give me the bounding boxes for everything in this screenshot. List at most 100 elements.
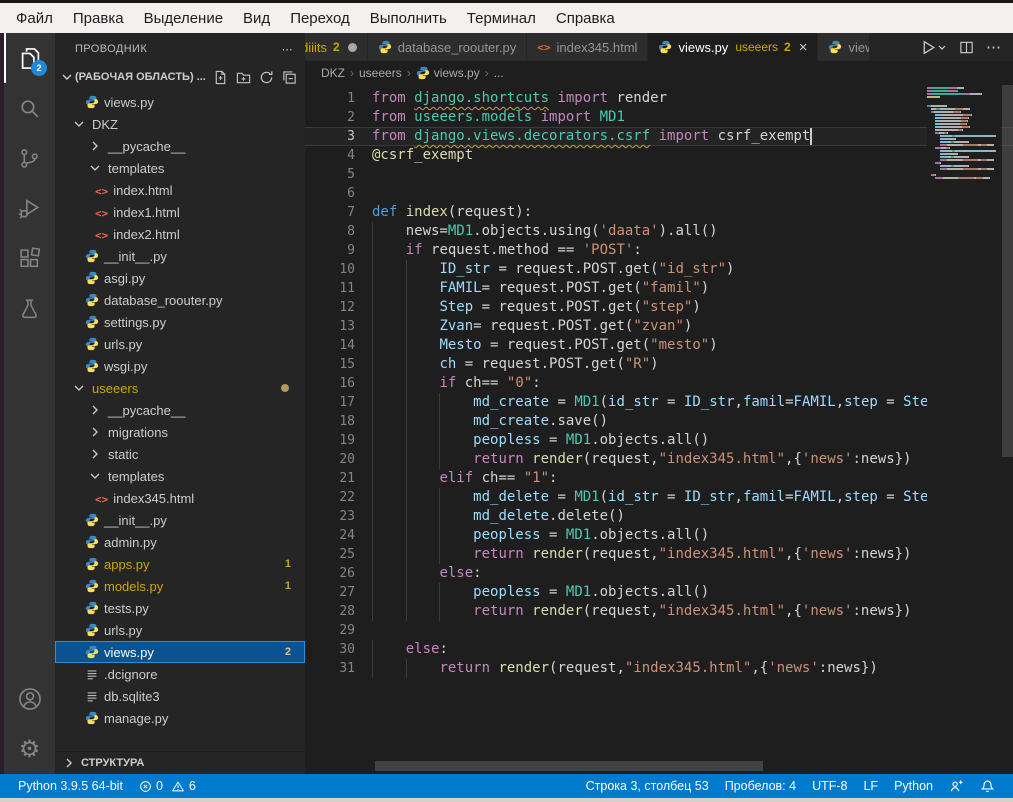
- code-line[interactable]: 23 md_delete.delete(): [305, 507, 1013, 526]
- code-line[interactable]: 5: [305, 165, 1013, 184]
- new-file-icon[interactable]: [213, 70, 228, 85]
- tree-item-db.sqlite3[interactable]: db.sqlite3: [55, 685, 305, 707]
- more-editor-actions-icon[interactable]: ⋯: [986, 38, 1001, 56]
- tree-item-apps.py[interactable]: apps.py1: [55, 553, 305, 575]
- close-tab-icon[interactable]: ×: [799, 40, 808, 55]
- code-line[interactable]: 22 md_delete = MD1(id_str = ID_str,famil…: [305, 488, 1013, 507]
- breadcrumb-...[interactable]: ...: [494, 66, 504, 80]
- python-interpreter[interactable]: Python 3.9.5 64-bit: [10, 774, 131, 798]
- tab-views.py[interactable]: views.pyuseeers2×: [648, 33, 818, 61]
- tree-item-migrations[interactable]: migrations: [55, 421, 305, 443]
- encoding[interactable]: UTF-8: [804, 774, 855, 798]
- tree-item-__init__.py[interactable]: __init__.py: [55, 245, 305, 267]
- tree-item-settings.py[interactable]: settings.py: [55, 311, 305, 333]
- tab-views.py[interactable]: views.py: [818, 33, 870, 61]
- code-line[interactable]: 28 return render(request,"index345.html"…: [305, 602, 1013, 621]
- tree-item-__init__.py[interactable]: __init__.py: [55, 509, 305, 531]
- code-line[interactable]: 17 md_create = MD1(id_str = ID_str,famil…: [305, 393, 1013, 412]
- tree-item-__pycache__[interactable]: __pycache__: [55, 399, 305, 421]
- tab-diiits[interactable]: diiits2: [305, 33, 368, 61]
- breadcrumb-useeers[interactable]: useeers: [359, 66, 402, 80]
- code-line[interactable]: 27 peopless = MD1.objects.all(): [305, 583, 1013, 602]
- code-line[interactable]: 20 return render(request,"index345.html"…: [305, 450, 1013, 469]
- tab-index345.html[interactable]: <>index345.html: [527, 33, 648, 61]
- tree-item-urls.py[interactable]: urls.py: [55, 333, 305, 355]
- code-editor[interactable]: 1from django.shortcuts import render2fro…: [305, 85, 1013, 774]
- activity-run-debug[interactable]: [4, 183, 55, 233]
- collapse-all-icon[interactable]: [282, 70, 297, 85]
- vertical-scrollbar[interactable]: [1002, 85, 1013, 457]
- tree-item-models.py[interactable]: models.py1: [55, 575, 305, 597]
- code-line[interactable]: 2from useeers.models import MD1: [305, 108, 1013, 127]
- activity-explorer[interactable]: 2: [4, 33, 55, 83]
- activity-settings[interactable]: ⚙: [4, 724, 55, 774]
- feedback-icon[interactable]: [941, 774, 972, 798]
- tree-item-index2.html[interactable]: <>index2.html: [55, 223, 305, 245]
- code-line[interactable]: 11 FAMIL= request.POST.get("famil"): [305, 279, 1013, 298]
- tree-item-templates[interactable]: templates: [55, 157, 305, 179]
- code-line[interactable]: 9 if request.method == 'POST':: [305, 241, 1013, 260]
- tree-item-urls.py[interactable]: urls.py: [55, 619, 305, 641]
- tree-item-.dcignore[interactable]: .dcignore: [55, 663, 305, 685]
- activity-account[interactable]: [4, 674, 55, 724]
- code-line[interactable]: 25 return render(request,"index345.html"…: [305, 545, 1013, 564]
- code-line[interactable]: 31 return render(request,"index345.html"…: [305, 659, 1013, 678]
- code-line[interactable]: 13 Zvan= request.POST.get("zvan"): [305, 317, 1013, 336]
- tree-item-tests.py[interactable]: tests.py: [55, 597, 305, 619]
- tree-item-asgi.py[interactable]: asgi.py: [55, 267, 305, 289]
- tree-item-index.html[interactable]: <>index.html: [55, 179, 305, 201]
- menu-Вид[interactable]: Вид: [233, 6, 280, 31]
- code-line[interactable]: 7def index(request):: [305, 203, 1013, 222]
- tree-item-index1.html[interactable]: <>index1.html: [55, 201, 305, 223]
- menu-Выделение[interactable]: Выделение: [134, 6, 233, 31]
- code-line[interactable]: 29: [305, 621, 1013, 640]
- tree-item-manage.py[interactable]: manage.py: [55, 707, 305, 729]
- code-line[interactable]: 19 peopless = MD1.objects.all(): [305, 431, 1013, 450]
- workspace-section-header[interactable]: (РАБОЧАЯ ОБЛАСТЬ) ...: [55, 65, 305, 89]
- tree-item-__pycache__[interactable]: __pycache__: [55, 135, 305, 157]
- activity-source-control[interactable]: [4, 133, 55, 183]
- code-line[interactable]: 10 ID_str = request.POST.get("id_str"): [305, 260, 1013, 279]
- run-button-icon[interactable]: [920, 39, 947, 56]
- activity-search[interactable]: [4, 83, 55, 133]
- code-line[interactable]: 26 else:: [305, 564, 1013, 583]
- tree-item-wsgi.py[interactable]: wsgi.py: [55, 355, 305, 377]
- code-line[interactable]: 1from django.shortcuts import render: [305, 89, 1013, 108]
- code-line[interactable]: 3from django.views.decorators.csrf impor…: [305, 127, 1013, 146]
- code-line[interactable]: 24 peopless = MD1.objects.all(): [305, 526, 1013, 545]
- activity-testing[interactable]: [4, 283, 55, 333]
- split-editor-icon[interactable]: [959, 40, 974, 55]
- horizontal-scrollbar[interactable]: [375, 761, 763, 771]
- breadcrumb-DKZ[interactable]: DKZ: [321, 66, 345, 80]
- code-line[interactable]: 12 Step = request.POST.get("step"): [305, 298, 1013, 317]
- activity-extensions[interactable]: [4, 233, 55, 283]
- problems-indicator[interactable]: 0 6: [131, 774, 204, 798]
- menu-Терминал[interactable]: Терминал: [457, 6, 546, 31]
- breadcrumb-views.py[interactable]: views.py: [416, 66, 480, 80]
- code-line[interactable]: 14 Mesto = request.POST.get("mesto"): [305, 336, 1013, 355]
- code-line[interactable]: 8 news=MD1.objects.using('daata').all(): [305, 222, 1013, 241]
- code-line[interactable]: 21 elif ch== "1":: [305, 469, 1013, 488]
- menu-Правка[interactable]: Правка: [63, 6, 134, 31]
- code-line[interactable]: 16 if ch== "0":: [305, 374, 1013, 393]
- tree-item-admin.py[interactable]: admin.py: [55, 531, 305, 553]
- code-line[interactable]: 18 md_create.save(): [305, 412, 1013, 431]
- tree-item-views.py[interactable]: views.py2: [55, 641, 305, 663]
- menu-Справка[interactable]: Справка: [546, 6, 625, 31]
- menu-Файл[interactable]: Файл: [6, 6, 63, 31]
- tree-item-useeers[interactable]: useeers: [55, 377, 305, 399]
- tree-item-database_roouter.py[interactable]: database_roouter.py: [55, 289, 305, 311]
- new-folder-icon[interactable]: [236, 70, 251, 85]
- more-actions-icon[interactable]: ⋯: [282, 43, 293, 56]
- minimap[interactable]: [927, 87, 1001, 774]
- tree-item-DKZ[interactable]: DKZ: [55, 113, 305, 135]
- outline-section-header[interactable]: СТРУКТУРА: [55, 751, 305, 774]
- menu-Переход[interactable]: Переход: [280, 6, 360, 31]
- tree-item-templates[interactable]: templates: [55, 465, 305, 487]
- indentation[interactable]: Пробелов: 4: [717, 774, 804, 798]
- code-line[interactable]: 15 ch = request.POST.get("R"): [305, 355, 1013, 374]
- menu-Выполнить[interactable]: Выполнить: [360, 6, 457, 31]
- code-line[interactable]: 30 else:: [305, 640, 1013, 659]
- eol-sequence[interactable]: LF: [855, 774, 886, 798]
- language-mode[interactable]: Python: [886, 774, 941, 798]
